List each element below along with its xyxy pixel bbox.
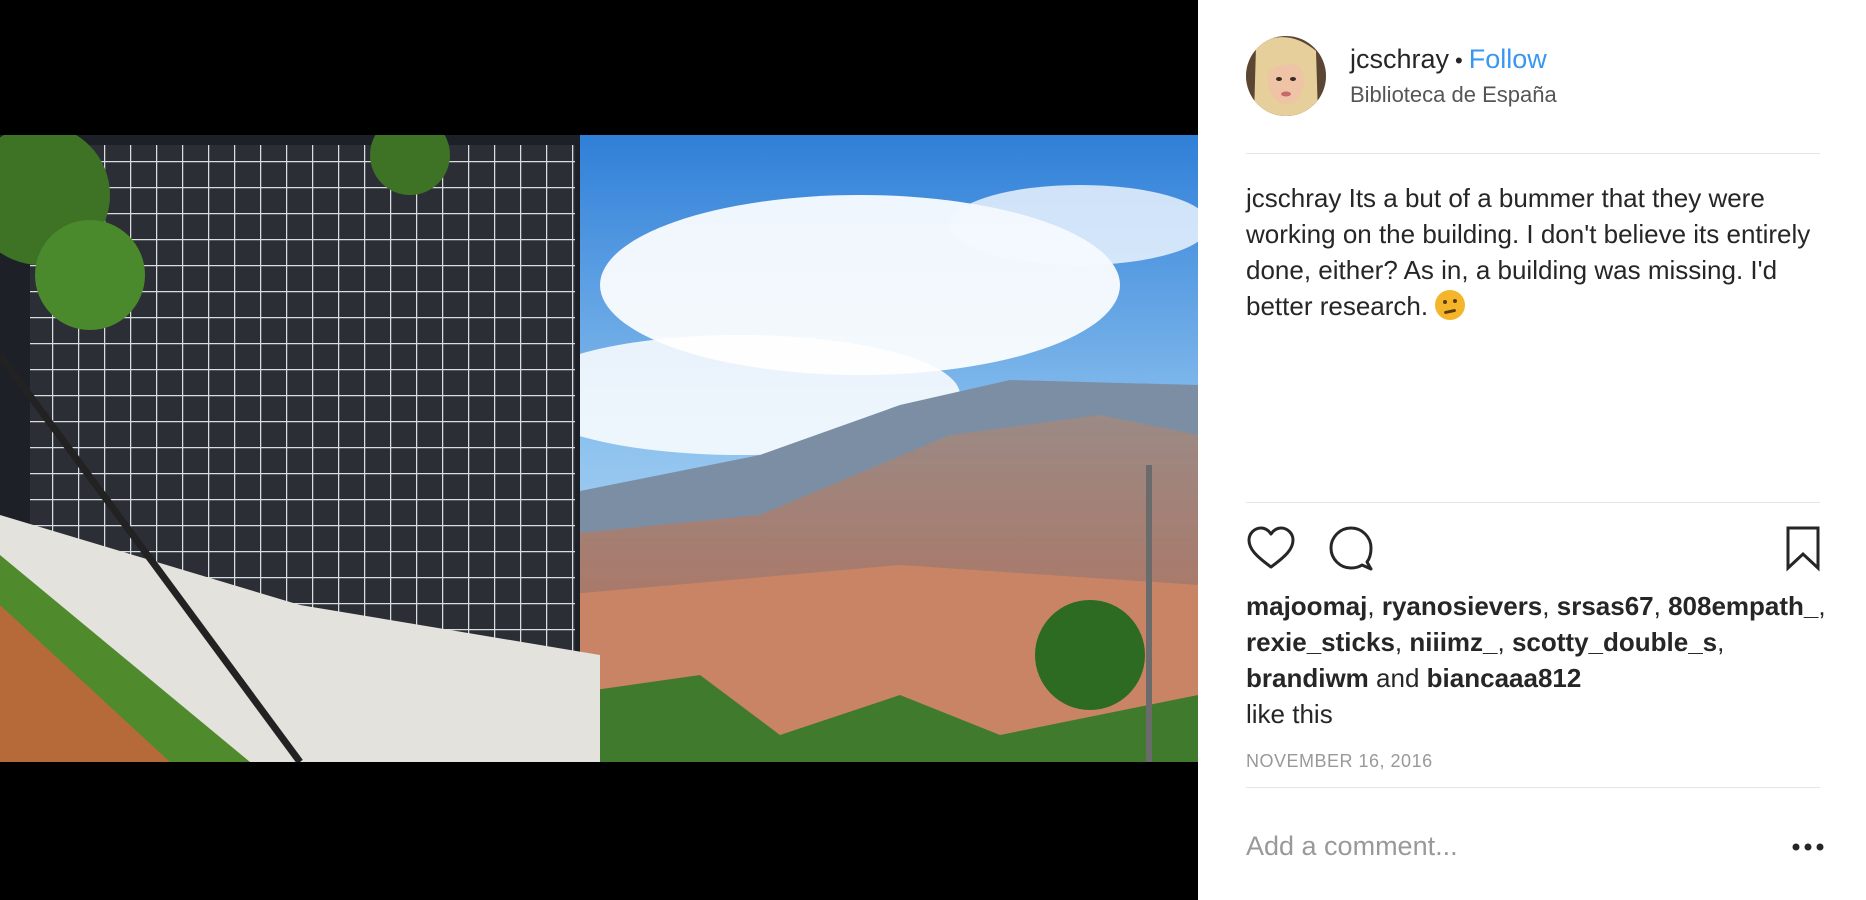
- caption-username[interactable]: jcschray: [1246, 183, 1341, 213]
- comment-input[interactable]: [1246, 826, 1766, 866]
- post-date[interactable]: NOVEMBER 16, 2016: [1246, 751, 1433, 772]
- action-bar: [1246, 524, 1826, 574]
- liker-name[interactable]: 808empath_: [1668, 591, 1818, 621]
- comment-divider: [1246, 787, 1820, 788]
- post-photo[interactable]: [0, 135, 1198, 762]
- liker-name[interactable]: niiimz_: [1409, 627, 1497, 657]
- liker-name[interactable]: brandiwm: [1246, 663, 1369, 693]
- post-media: [0, 0, 1198, 900]
- header-divider: [1246, 153, 1820, 154]
- header-username[interactable]: jcschray: [1350, 44, 1449, 74]
- follow-button[interactable]: Follow: [1469, 44, 1547, 74]
- actions-divider: [1246, 502, 1820, 503]
- comment-bubble-icon[interactable]: [1326, 524, 1376, 574]
- post-panel: jcschray • Follow Biblioteca de España jcs…: [1198, 0, 1866, 900]
- likes-text: majoomaj, ryanosievers, srsas67, 808empa…: [1246, 591, 1826, 729]
- caption: jcschray Its a but of a bummer that they…: [1246, 180, 1826, 324]
- likes-suffix: like this: [1246, 699, 1333, 729]
- more-options-icon[interactable]: [1788, 832, 1828, 862]
- liker-name[interactable]: biancaaa812: [1427, 663, 1582, 693]
- liker-name[interactable]: srsas67: [1557, 591, 1654, 621]
- heart-icon[interactable]: [1246, 524, 1296, 574]
- liker-name[interactable]: ryanosievers: [1382, 591, 1542, 621]
- thinking-face-emoji-icon: [1435, 290, 1466, 320]
- location-link[interactable]: Biblioteca de España: [1350, 82, 1557, 108]
- bookmark-icon[interactable]: [1778, 524, 1828, 574]
- photo-scene: [0, 135, 1198, 762]
- post-header: jcschray • Follow Biblioteca de España: [1350, 42, 1557, 108]
- likes-and: and: [1376, 663, 1420, 693]
- liker-name[interactable]: majoomaj: [1246, 591, 1367, 621]
- avatar[interactable]: [1246, 36, 1326, 116]
- liker-name[interactable]: rexie_sticks: [1246, 627, 1395, 657]
- separator-dot: •: [1455, 48, 1463, 73]
- liker-name[interactable]: scotty_double_s: [1512, 627, 1717, 657]
